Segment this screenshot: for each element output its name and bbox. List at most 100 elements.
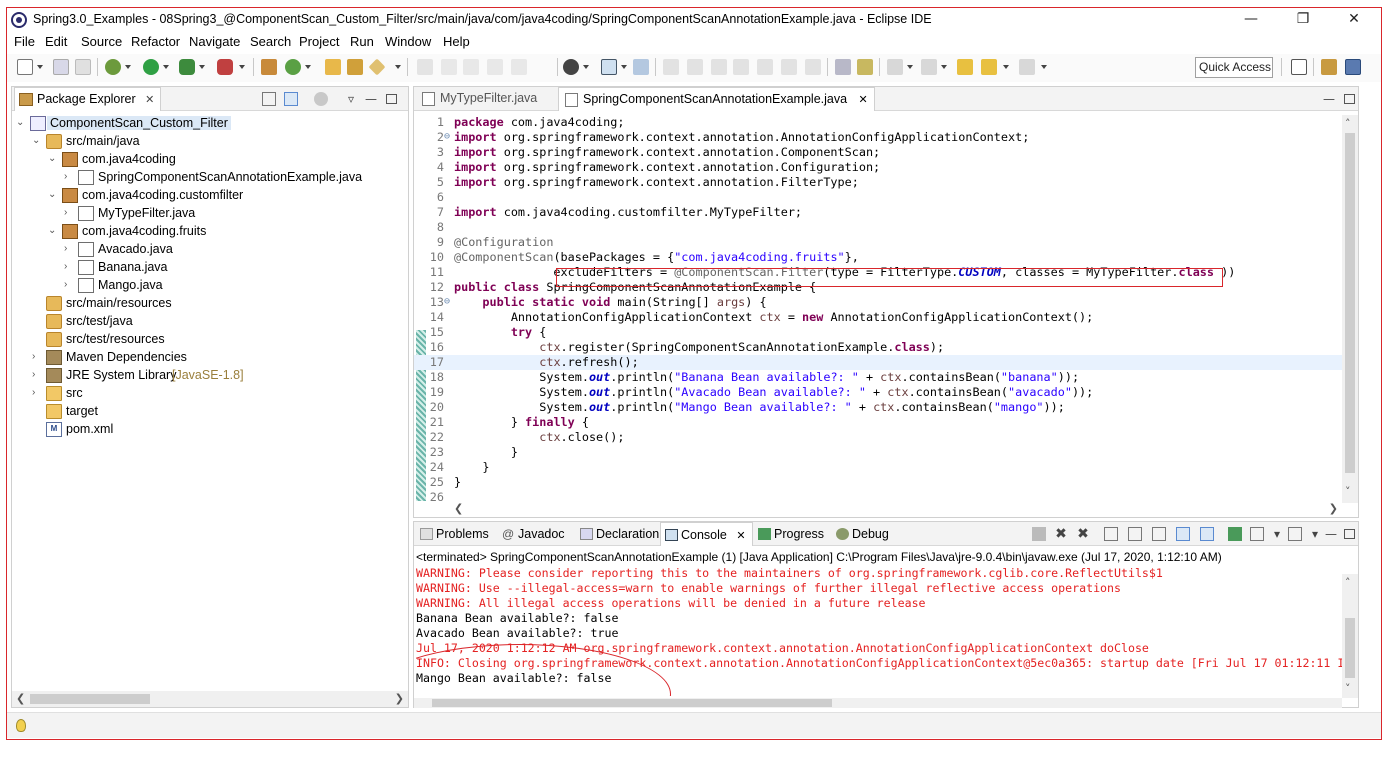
terminate-icon[interactable] bbox=[1032, 527, 1046, 541]
open-task-icon[interactable] bbox=[347, 59, 363, 75]
display-console-icon[interactable] bbox=[1250, 527, 1264, 541]
disconnect-icon[interactable] bbox=[733, 59, 749, 75]
suspend-icon[interactable] bbox=[687, 59, 703, 75]
collapsed-arrow-icon[interactable]: › bbox=[64, 261, 74, 272]
editor-vscrollbar[interactable]: ˄ ˅ bbox=[1342, 115, 1358, 503]
code-line[interactable]: 22 ctx.close(); bbox=[414, 430, 1344, 445]
minimize-button[interactable]: — bbox=[1228, 8, 1274, 32]
person-dropdown-icon[interactable] bbox=[583, 59, 589, 75]
tab-springcomponentscan[interactable]: SpringComponentScanAnnotationExample.jav… bbox=[558, 87, 875, 111]
tab-progress[interactable]: Progress bbox=[754, 522, 830, 546]
console-vscrollbar[interactable]: ˄ ˅ bbox=[1342, 574, 1358, 698]
use-step-filters-icon[interactable] bbox=[835, 59, 851, 75]
menu-navigate[interactable]: Navigate bbox=[189, 34, 240, 49]
expanded-arrow-icon[interactable]: ⌄ bbox=[48, 189, 58, 200]
tab-mytypefilter[interactable]: MyTypeFilter.java bbox=[416, 87, 543, 111]
console-output[interactable]: WARNING: Please consider reporting this … bbox=[416, 566, 1344, 696]
whitespace-icon[interactable] bbox=[511, 59, 527, 75]
step-over-icon[interactable] bbox=[781, 59, 797, 75]
remove-launch-icon[interactable]: ✖ bbox=[1054, 527, 1068, 541]
close-window-button[interactable]: ✕ bbox=[1331, 8, 1377, 32]
clear-console-icon[interactable] bbox=[1104, 527, 1118, 541]
console-dropdown-icon[interactable] bbox=[621, 59, 627, 75]
highlight-icon[interactable] bbox=[441, 59, 457, 75]
menu-window[interactable]: Window bbox=[385, 34, 431, 49]
terminate-icon[interactable] bbox=[711, 59, 727, 75]
back-dropdown-icon[interactable] bbox=[1003, 59, 1009, 75]
maximize-view-icon[interactable] bbox=[386, 94, 397, 104]
code-line[interactable]: 23 } bbox=[414, 445, 1344, 460]
code-line[interactable]: 20 System.out.println("Mango Bean availa… bbox=[414, 400, 1344, 415]
code-line[interactable]: 4 import org.springframework.context.anno… bbox=[414, 160, 1344, 175]
code-line[interactable]: 15 try { bbox=[414, 325, 1344, 340]
fold-toggle-icon[interactable]: ⊖ bbox=[444, 131, 450, 142]
open-perspective-icon[interactable] bbox=[1291, 59, 1307, 75]
menu-source[interactable]: Source bbox=[81, 34, 122, 49]
collapsed-arrow-icon[interactable]: › bbox=[32, 351, 42, 362]
code-line[interactable]: 14 AnnotationConfigApplicationContext ct… bbox=[414, 310, 1344, 325]
code-line[interactable]: 25} bbox=[414, 475, 1344, 490]
coverage-icon[interactable] bbox=[179, 59, 195, 75]
menu-edit[interactable]: Edit bbox=[45, 34, 67, 49]
close-icon[interactable]: ✕ bbox=[859, 94, 868, 106]
resume-icon[interactable] bbox=[663, 59, 679, 75]
link-with-editor-icon[interactable] bbox=[284, 92, 298, 106]
code-line[interactable]: 3 import org.springframework.context.anno… bbox=[414, 145, 1344, 160]
code-line[interactable]: 7 import com.java4coding.customfilter.MyT… bbox=[414, 205, 1344, 220]
back-icon[interactable] bbox=[981, 59, 997, 75]
collapsed-arrow-icon[interactable]: › bbox=[32, 369, 42, 380]
word-wrap-icon[interactable] bbox=[487, 59, 503, 75]
tab-javadoc[interactable]: @ Javadoc bbox=[498, 522, 571, 546]
focus-icon[interactable] bbox=[314, 92, 328, 106]
forward-icon[interactable] bbox=[1019, 59, 1035, 75]
search-pencil-icon[interactable] bbox=[368, 58, 386, 76]
menu-search[interactable]: Search bbox=[250, 34, 291, 49]
scroll-lock-icon[interactable] bbox=[1128, 527, 1142, 541]
minimize-editor-icon[interactable]: — bbox=[1322, 92, 1336, 106]
expanded-arrow-icon[interactable]: ⌄ bbox=[16, 117, 26, 128]
external-tools-icon[interactable] bbox=[217, 59, 233, 75]
java-ee-perspective-icon[interactable] bbox=[1321, 59, 1337, 75]
minimize-view-icon[interactable]: — bbox=[364, 92, 378, 106]
show-on-stderr-icon[interactable] bbox=[1200, 527, 1214, 541]
coverage-dropdown-icon[interactable] bbox=[199, 59, 205, 75]
forward-dropdown-icon[interactable] bbox=[1041, 59, 1047, 75]
expanded-arrow-icon[interactable]: ⌄ bbox=[32, 135, 42, 146]
java-perspective-icon[interactable] bbox=[1345, 59, 1361, 75]
new-icon[interactable] bbox=[17, 59, 33, 75]
block-select-icon[interactable] bbox=[463, 59, 479, 75]
code-line[interactable]: 17 ctx.refresh(); bbox=[414, 355, 1344, 370]
view-menu-icon[interactable]: ▿ bbox=[344, 92, 358, 106]
menu-run[interactable]: Run bbox=[350, 34, 374, 49]
minimize-console-icon[interactable]: — bbox=[1324, 527, 1338, 541]
step-return-icon[interactable] bbox=[805, 59, 821, 75]
menu-refactor[interactable]: Refactor bbox=[131, 34, 180, 49]
collapsed-arrow-icon[interactable]: › bbox=[64, 243, 74, 254]
code-line[interactable]: 13 ⊖ public static void main(String[] arg… bbox=[414, 295, 1344, 310]
code-line[interactable]: 6 bbox=[414, 190, 1344, 205]
run-icon[interactable] bbox=[143, 59, 159, 75]
close-icon[interactable]: ✕ bbox=[736, 530, 745, 542]
code-line[interactable]: 8 bbox=[414, 220, 1344, 235]
prev-edit-dropdown-icon[interactable] bbox=[941, 59, 947, 75]
menu-help[interactable]: Help bbox=[443, 34, 470, 49]
prev-edit-icon[interactable] bbox=[921, 59, 937, 75]
word-wrap-icon[interactable] bbox=[1152, 527, 1166, 541]
code-line[interactable]: 16 ctx.register(SpringComponentScanAnnot… bbox=[414, 340, 1344, 355]
code-line[interactable]: 5 import org.springframework.context.anno… bbox=[414, 175, 1344, 190]
debug-icon[interactable] bbox=[105, 59, 121, 75]
next-edit-dropdown-icon[interactable] bbox=[907, 59, 913, 75]
maximize-editor-icon[interactable] bbox=[1344, 94, 1355, 104]
tab-declaration[interactable]: Declaration bbox=[576, 522, 665, 546]
next-annotation-icon[interactable] bbox=[857, 59, 873, 75]
paragraph-icon[interactable] bbox=[537, 59, 553, 75]
run-dropdown-icon[interactable] bbox=[163, 59, 169, 75]
step-into-icon[interactable] bbox=[757, 59, 773, 75]
remove-all-launches-icon[interactable]: ✖ bbox=[1076, 527, 1090, 541]
pin-console-icon[interactable] bbox=[1228, 527, 1242, 541]
fold-toggle-icon[interactable]: ⊖ bbox=[444, 296, 450, 307]
maximize-console-icon[interactable] bbox=[1344, 529, 1355, 539]
tab-problems[interactable]: Problems bbox=[416, 522, 495, 546]
menu-project[interactable]: Project bbox=[299, 34, 339, 49]
console-icon[interactable] bbox=[601, 59, 617, 75]
